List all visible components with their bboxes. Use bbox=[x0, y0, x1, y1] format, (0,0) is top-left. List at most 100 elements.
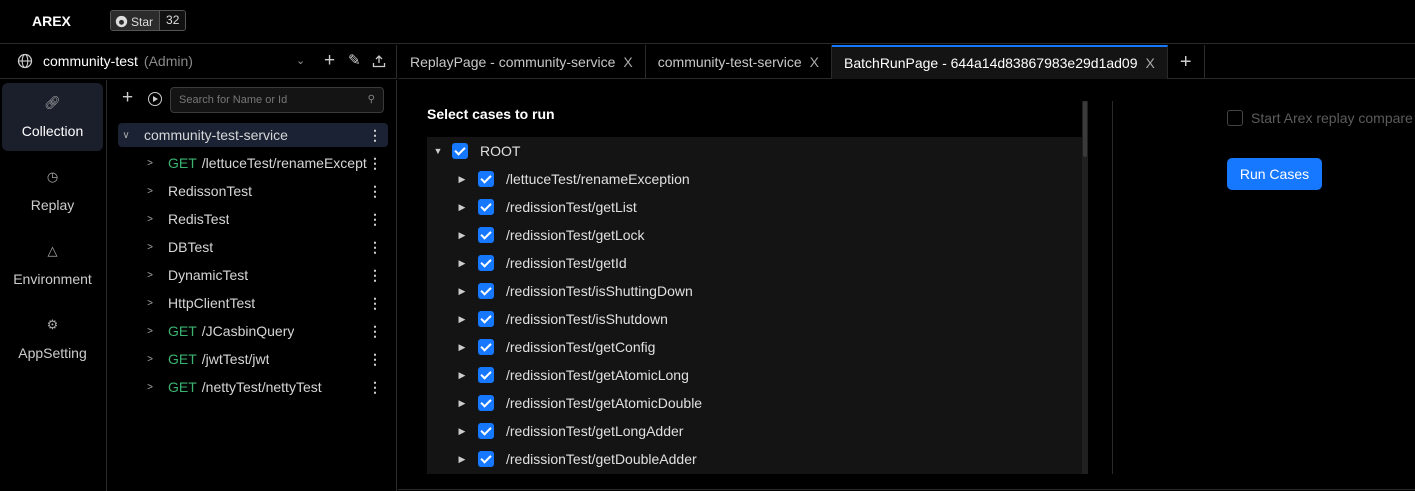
caret-right-icon[interactable]: ▶ bbox=[456, 202, 468, 213]
replay-compare-checkbox[interactable]: Start Arex replay compare bbox=[1227, 110, 1413, 126]
case-checkbox[interactable] bbox=[478, 367, 494, 383]
star-count[interactable]: 32 bbox=[160, 11, 186, 30]
caret-right-icon[interactable]: ▶ bbox=[456, 174, 468, 185]
chevron-right-icon[interactable]: > bbox=[142, 214, 158, 225]
tree-item[interactable]: > GET/JCasbinQuery ⋮ bbox=[142, 319, 388, 343]
nav-label: Environment bbox=[13, 271, 92, 287]
case-row[interactable]: ▶ /lettuceTest/renameException bbox=[456, 168, 690, 190]
caret-right-icon[interactable]: ▶ bbox=[456, 370, 468, 381]
gear-icon: ⚙ bbox=[46, 317, 59, 332]
case-row[interactable]: ▶ /redissionTest/getConfig bbox=[456, 336, 655, 358]
case-row[interactable]: ▶ /redissionTest/getLongAdder bbox=[456, 420, 683, 442]
close-icon[interactable]: X bbox=[810, 54, 819, 70]
case-checkbox[interactable] bbox=[478, 339, 494, 355]
github-star-button[interactable]: Star 32 bbox=[110, 10, 187, 31]
chevron-down-icon[interactable]: ⌄ bbox=[296, 53, 305, 69]
tree-item[interactable]: > GET/jwtTest/jwt ⋮ bbox=[142, 347, 388, 371]
caret-right-icon[interactable]: ▶ bbox=[456, 314, 468, 325]
case-row[interactable]: ▶ /redissionTest/getAtomicLong bbox=[456, 364, 689, 386]
case-row[interactable]: ▶ /redissionTest/isShutdown bbox=[456, 308, 668, 330]
case-tree: ▼ ROOT ▶ /lettuceTest/renameException ▶ /r… bbox=[427, 137, 1087, 474]
case-checkbox[interactable] bbox=[478, 171, 494, 187]
case-checkbox[interactable] bbox=[478, 283, 494, 299]
tree-item[interactable]: > DBTest ⋮ bbox=[142, 235, 388, 259]
case-checkbox[interactable] bbox=[478, 451, 494, 467]
case-root-row[interactable]: ▼ ROOT bbox=[432, 140, 520, 162]
caret-right-icon[interactable]: ▶ bbox=[456, 286, 468, 297]
tree-root-node[interactable]: ∨ community-test-service ⋮ bbox=[118, 123, 388, 147]
more-icon[interactable]: ⋮ bbox=[368, 183, 382, 200]
tab-replay-page[interactable]: ReplayPage - community-service X bbox=[398, 45, 646, 79]
close-icon[interactable]: X bbox=[1146, 55, 1155, 71]
case-checkbox[interactable] bbox=[478, 311, 494, 327]
case-row[interactable]: ▶ /redissionTest/getList bbox=[456, 196, 637, 218]
chevron-right-icon[interactable]: > bbox=[142, 326, 158, 337]
more-icon[interactable]: ⋮ bbox=[368, 127, 382, 144]
panel-divider[interactable] bbox=[1112, 101, 1113, 474]
run-cases-button[interactable]: Run Cases bbox=[1227, 158, 1322, 190]
nav-environment[interactable]: △ Environment bbox=[2, 231, 103, 299]
tab-batch-run-page[interactable]: BatchRunPage - 644a14d83867983e29d1ad09 X bbox=[832, 45, 1168, 79]
chevron-right-icon[interactable]: > bbox=[142, 270, 158, 281]
tree-item[interactable]: > RedisTest ⋮ bbox=[142, 207, 388, 231]
chevron-right-icon[interactable]: > bbox=[142, 382, 158, 393]
case-checkbox[interactable] bbox=[478, 395, 494, 411]
more-icon[interactable]: ⋮ bbox=[368, 239, 382, 256]
case-checkbox[interactable] bbox=[478, 199, 494, 215]
app-logo[interactable]: AREX bbox=[32, 13, 71, 29]
case-checkbox[interactable] bbox=[478, 255, 494, 271]
add-collection-icon[interactable]: + bbox=[122, 88, 133, 108]
case-checkbox[interactable] bbox=[452, 143, 468, 159]
tree-item[interactable]: > GET/lettuceTest/renameExcept ⋮ bbox=[142, 151, 388, 175]
run-collection-icon[interactable] bbox=[148, 92, 162, 106]
more-icon[interactable]: ⋮ bbox=[368, 295, 382, 312]
case-checkbox[interactable] bbox=[478, 227, 494, 243]
close-icon[interactable]: X bbox=[623, 54, 632, 70]
caret-right-icon[interactable]: ▶ bbox=[456, 230, 468, 241]
collection-panel: + Search for Name or Id ⚲ ∨ community-te… bbox=[108, 80, 397, 491]
case-label: /redissionTest/getDoubleAdder bbox=[506, 451, 697, 467]
case-label: /redissionTest/getId bbox=[506, 255, 627, 271]
more-icon[interactable]: ⋮ bbox=[368, 323, 382, 340]
more-icon[interactable]: ⋮ bbox=[368, 155, 382, 172]
search-input[interactable]: Search for Name or Id ⚲ bbox=[170, 87, 384, 113]
tree-item[interactable]: > DynamicTest ⋮ bbox=[142, 263, 388, 287]
more-icon[interactable]: ⋮ bbox=[368, 379, 382, 396]
caret-right-icon[interactable]: ▶ bbox=[456, 454, 468, 465]
caret-right-icon[interactable]: ▶ bbox=[456, 398, 468, 409]
github-star-label[interactable]: Star bbox=[111, 11, 161, 30]
case-row[interactable]: ▶ /redissionTest/isShuttingDown bbox=[456, 280, 693, 302]
nav-replay[interactable]: ◷ Replay bbox=[2, 157, 103, 225]
tree-item[interactable]: > HttpClientTest ⋮ bbox=[142, 291, 388, 315]
tab-community-test-service[interactable]: community-test-service X bbox=[646, 45, 833, 79]
case-row[interactable]: ▶ /redissionTest/getAtomicDouble bbox=[456, 392, 702, 414]
case-row[interactable]: ▶ /redissionTest/getId bbox=[456, 252, 627, 274]
more-icon[interactable]: ⋮ bbox=[368, 211, 382, 228]
checkbox-box[interactable] bbox=[1227, 110, 1243, 126]
more-icon[interactable]: ⋮ bbox=[368, 351, 382, 368]
tree-item[interactable]: > RedissonTest ⋮ bbox=[142, 179, 388, 203]
caret-right-icon[interactable]: ▶ bbox=[456, 258, 468, 269]
chevron-right-icon[interactable]: > bbox=[142, 298, 158, 309]
caret-right-icon[interactable]: ▶ bbox=[456, 342, 468, 353]
caret-down-icon[interactable]: ▼ bbox=[432, 146, 444, 156]
add-tab-button[interactable]: + bbox=[1168, 45, 1205, 79]
more-icon[interactable]: ⋮ bbox=[368, 267, 382, 284]
chevron-right-icon[interactable]: > bbox=[142, 242, 158, 253]
chevron-right-icon[interactable]: > bbox=[142, 186, 158, 197]
nav-collection[interactable]: 🔗︎ Collection bbox=[2, 83, 103, 151]
case-row[interactable]: ▶ /redissionTest/getDoubleAdder bbox=[456, 448, 697, 470]
nav-appsetting[interactable]: ⚙ AppSetting bbox=[2, 305, 103, 373]
chevron-right-icon[interactable]: > bbox=[142, 158, 158, 169]
upload-icon[interactable] bbox=[372, 54, 386, 68]
chevron-right-icon[interactable]: > bbox=[142, 354, 158, 365]
add-workspace-icon[interactable]: + bbox=[324, 51, 335, 70]
caret-right-icon[interactable]: ▶ bbox=[456, 426, 468, 437]
tree-item[interactable]: > GET/nettyTest/nettyTest ⋮ bbox=[142, 375, 388, 399]
chevron-down-icon[interactable]: ∨ bbox=[118, 130, 134, 141]
edit-icon[interactable]: ✎ bbox=[348, 53, 361, 69]
scrollbar-thumb[interactable] bbox=[1083, 101, 1087, 157]
case-checkbox[interactable] bbox=[478, 423, 494, 439]
case-row[interactable]: ▶ /redissionTest/getLock bbox=[456, 224, 645, 246]
workspace-selector[interactable]: community-test (Admin) bbox=[43, 53, 193, 69]
